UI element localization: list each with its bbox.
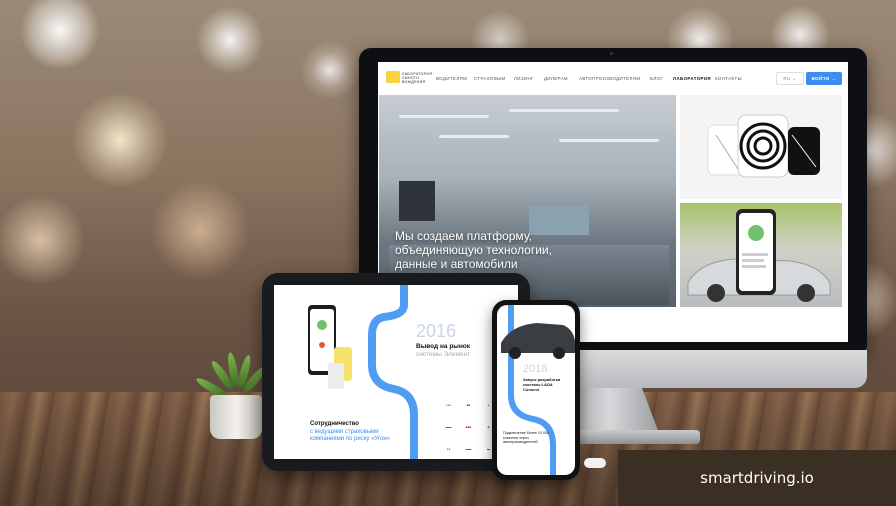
tile-car-app[interactable]	[680, 203, 842, 307]
lab-monitor-shape	[399, 181, 435, 221]
car-photo	[687, 209, 831, 302]
nav-dealers[interactable]: ДИЛЕРАМ	[544, 76, 568, 81]
tablet-heading: Вывод на рынок	[416, 343, 470, 350]
language-select[interactable]: RU ⌄	[776, 72, 804, 85]
caption-box: smartdriving.io	[618, 450, 896, 506]
nav-drivers[interactable]: ВОДИТЕЛЯМ	[436, 76, 467, 81]
hero-title: Мы создаем платформу, объединяющую техно…	[395, 229, 552, 271]
nav-contacts[interactable]: КОНТАКТЫ	[715, 76, 742, 81]
tablet-coop-title: Сотрудничество	[310, 421, 359, 427]
phone-year: 2018	[523, 363, 548, 375]
phone-title: Запуск разработки системы LADA Connect	[523, 377, 561, 392]
nav-lab[interactable]: ЛАБОРАТОРИЯ	[673, 76, 711, 81]
tablet-year: 2016	[416, 321, 457, 341]
earbuds	[584, 458, 606, 468]
language-label: RU	[783, 76, 791, 81]
logo-icon[interactable]	[386, 71, 400, 83]
tablet-subheading: системы Элемент	[416, 351, 471, 358]
scene: ЛАБОРАТОРИЯ УМНОГО ВОЖДЕНИЯ ВОДИТЕЛЯМ СТ…	[0, 0, 896, 506]
tile-pattern[interactable]	[680, 95, 842, 199]
nav-leasing[interactable]: ЛИЗИНГ	[514, 76, 534, 81]
tablet-screen: 2016 Вывод на рынок системы Элемент Сотр…	[274, 285, 518, 459]
logo-text: ЛАБОРАТОРИЯ УМНОГО ВОЖДЕНИЯ	[402, 72, 433, 84]
phone-screen: 2018 Запуск разработки системы LADA Conn…	[497, 305, 575, 475]
site-nav: ЛАБОРАТОРИЯ УМНОГО ВОЖДЕНИЯ ВОДИТЕЛЯМ СТ…	[378, 62, 848, 94]
pattern-art	[707, 114, 820, 178]
nav-automakers[interactable]: АВТОПРОИЗВОДИТЕЛЯМ	[579, 76, 640, 81]
phone-mockup-art	[308, 305, 352, 389]
login-button[interactable]: ВОЙТИ →	[806, 72, 842, 85]
plant-pot	[210, 395, 262, 439]
tablet-coop-text: с ведущими страховыми компаниями по риск…	[310, 429, 391, 442]
phone-bottom-text: Подключение более 10 000 клиентов через …	[503, 431, 549, 444]
caption-text: smartdriving.io	[700, 469, 814, 487]
nav-blog[interactable]: БЛОГ	[650, 76, 663, 81]
nav-insurers[interactable]: СТРАХОВЫМ	[474, 76, 506, 81]
partner-logos: ●●● ■■ ▲ ▬▬ ■■■ ■ ●● ▬▬ ▬	[445, 402, 491, 451]
camera-dot	[610, 52, 613, 55]
